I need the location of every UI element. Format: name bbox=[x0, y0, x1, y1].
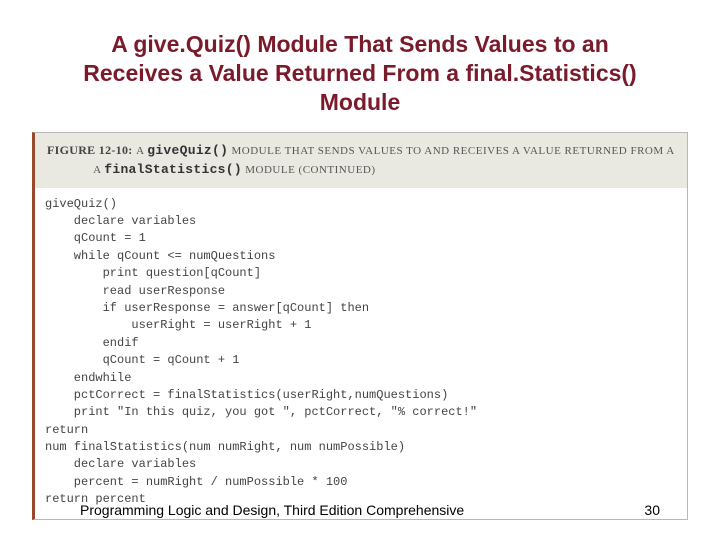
figure-box: Figure 12-10: A giveQuiz() module that s… bbox=[32, 132, 688, 519]
figure-caption: Figure 12-10: A giveQuiz() module that s… bbox=[35, 133, 687, 187]
figure-caption-suffix: module (continued) bbox=[242, 164, 376, 176]
code-listing: giveQuiz() declare variables qCount = 1 … bbox=[35, 188, 687, 519]
slide: A give.Quiz() Module That Sends Values t… bbox=[0, 0, 720, 540]
figure-caption-prefix2: A bbox=[93, 164, 104, 176]
footer: Programming Logic and Design, Third Edit… bbox=[0, 502, 720, 518]
page-number: 30 bbox=[644, 502, 660, 518]
figure-label: Figure 12-10: bbox=[47, 143, 133, 157]
figure-caption-prefix: A bbox=[136, 145, 147, 157]
figure-mono-1: giveQuiz() bbox=[147, 143, 228, 158]
figure-mono-2: finalStatistics() bbox=[104, 162, 242, 177]
footer-text: Programming Logic and Design, Third Edit… bbox=[80, 502, 464, 518]
slide-title: A give.Quiz() Module That Sends Values t… bbox=[0, 0, 720, 126]
figure-caption-mid: module that sends values to and receives… bbox=[228, 145, 674, 157]
